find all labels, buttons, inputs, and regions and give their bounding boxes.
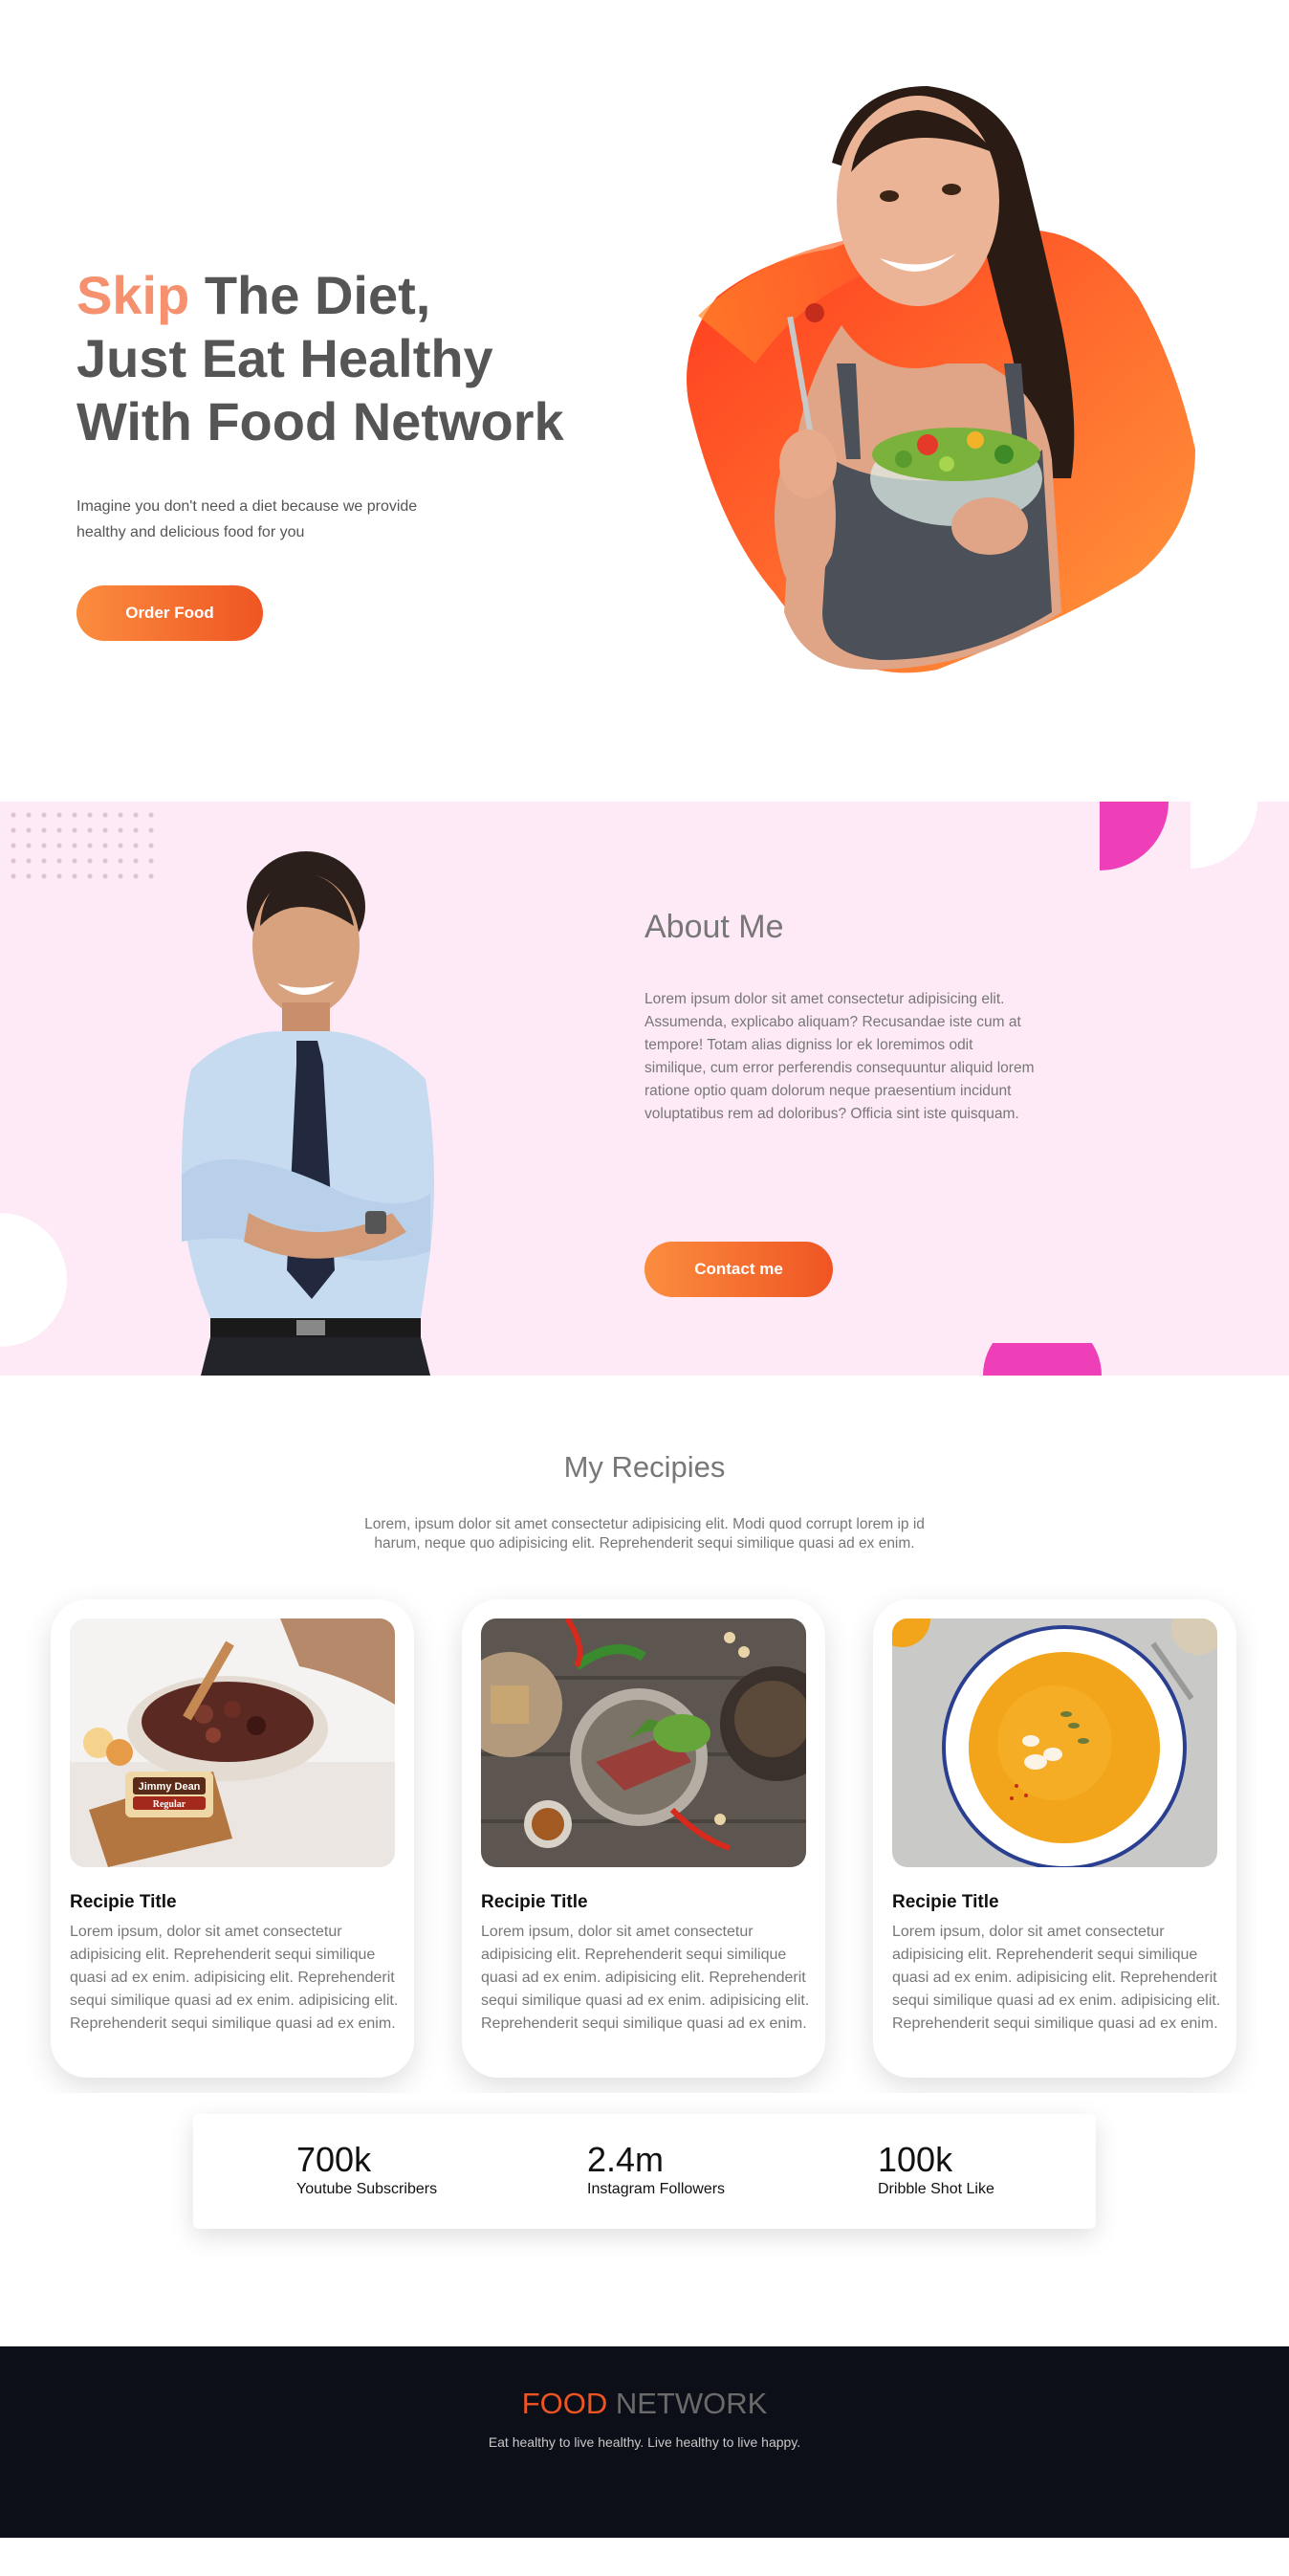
stats-section: 700k Youtube Subscribers 2.4m Instagram …	[0, 2093, 1289, 2346]
hero-title-line2: Just Eat Healthy	[76, 328, 493, 388]
recipe-title: Recipie Title	[70, 1892, 177, 1912]
recipe-text: Lorem ipsum, dolor sit amet consectetur …	[481, 1924, 810, 2032]
package-label-bottom: Regular	[153, 1799, 186, 1810]
decor-half-circles	[1100, 802, 1257, 870]
recipes-title: My Recipies	[563, 1450, 726, 1484]
stat-value: 100k	[878, 2140, 953, 2179]
hero-title-line3: With Food Network	[76, 391, 564, 451]
stat-value: 2.4m	[587, 2140, 665, 2179]
about-title: About Me	[644, 909, 784, 945]
recipes-section: My Recipies Lorem, ipsum dolor sit amet …	[0, 1376, 1289, 2093]
contact-me-button[interactable]: Contact me	[644, 1242, 833, 1297]
recipe-card[interactable]: Recipie Title Lorem ipsum, dolor sit ame…	[462, 1599, 825, 2078]
stat-instagram: 2.4m Instagram Followers	[587, 2141, 725, 2198]
hero-section: Skip The Diet, Just Eat Healthy With Foo…	[0, 0, 1289, 802]
recipe-text: Lorem ipsum, dolor sit amet consectetur …	[70, 1924, 399, 2032]
recipe-card[interactable]: Recipie Title Lorem ipsum, dolor sit ame…	[873, 1599, 1236, 2078]
recipe-title: Recipie Title	[481, 1892, 588, 1912]
decor-white-semicircle	[0, 1213, 67, 1347]
footer-tagline: Eat healthy to live healthy. Live health…	[488, 2434, 801, 2450]
stat-label: Dribble Shot Like	[878, 2181, 994, 2197]
hero-title-accent: Skip	[76, 265, 190, 325]
about-man-illustration	[182, 851, 434, 1376]
recipe-text: Lorem ipsum, dolor sit amet consectetur …	[892, 1924, 1221, 2032]
recipe-image-table	[481, 1618, 806, 1867]
recipe-title: Recipie Title	[892, 1892, 999, 1912]
about-body: Lorem ipsum dolor sit amet consectetur a…	[644, 991, 1035, 1122]
hero-title: Skip The Diet, Just Eat Healthy With Foo…	[76, 264, 564, 453]
footer: FOOD NETWORK Eat healthy to live healthy…	[0, 2346, 1289, 2538]
hero-subtitle: Imagine you don't need a diet because we…	[76, 498, 418, 540]
brand-food: FOOD	[521, 2387, 608, 2420]
recipe-image-soup	[892, 1618, 1217, 1867]
hero-woman-illustration	[687, 86, 1195, 673]
dots-pattern	[11, 812, 154, 879]
recipe-image-skillet: Jimmy Dean Regular	[70, 1618, 395, 1867]
decor-magenta-semicircle	[983, 1343, 1102, 1376]
package-label-top: Jimmy Dean	[139, 1781, 201, 1793]
stats-panel: 700k Youtube Subscribers 2.4m Instagram …	[193, 2114, 1096, 2229]
stat-youtube: 700k Youtube Subscribers	[296, 2141, 437, 2198]
recipe-card[interactable]: Jimmy Dean Regular Recipie Title Lorem i…	[51, 1599, 414, 2078]
footer-brand[interactable]: FOOD NETWORK	[0, 2387, 1289, 2421]
stat-label: Instagram Followers	[587, 2181, 726, 2197]
hero-title-line1: The Diet,	[189, 265, 431, 325]
brand-network: NETWORK	[607, 2387, 768, 2420]
order-food-button[interactable]: Order Food	[76, 585, 263, 641]
stat-dribbble: 100k Dribble Shot Like	[878, 2141, 994, 2198]
recipes-intro: Lorem, ipsum dolor sit amet consectetur …	[364, 1516, 925, 1552]
stat-value: 700k	[296, 2140, 372, 2179]
about-section: About Me Lorem ipsum dolor sit amet cons…	[0, 802, 1289, 1376]
stat-label: Youtube Subscribers	[296, 2181, 438, 2197]
